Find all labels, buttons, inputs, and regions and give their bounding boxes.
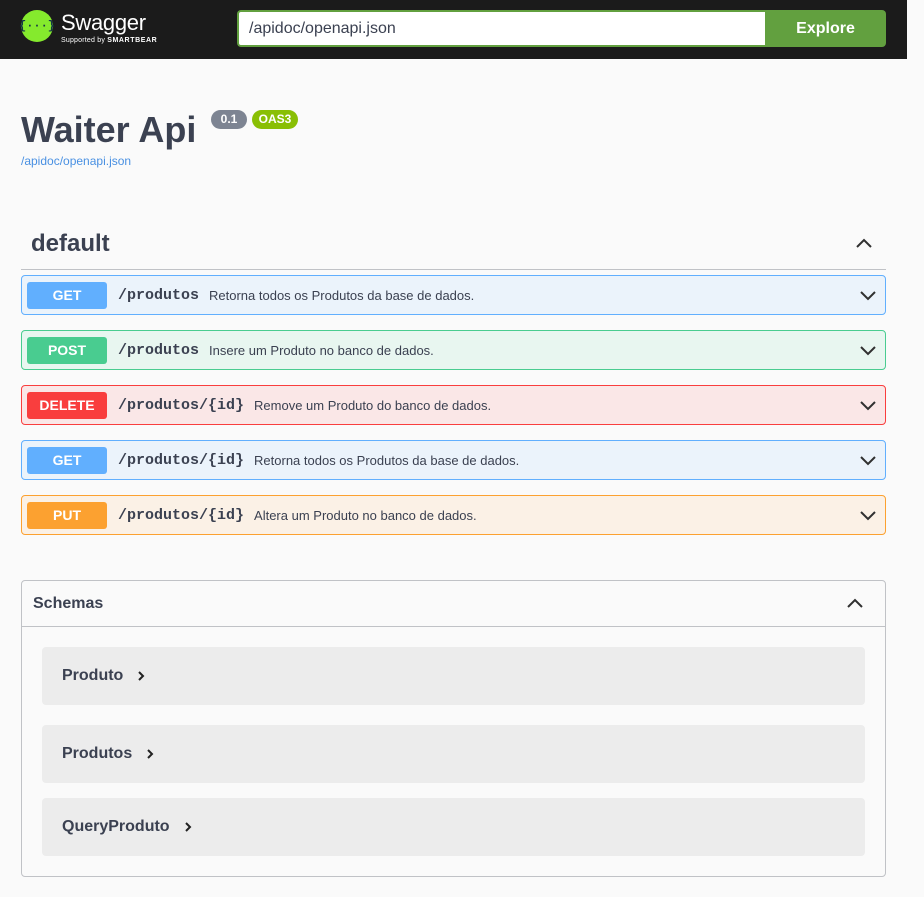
explore-button[interactable]: Explore: [765, 10, 886, 47]
operation-summary: Altera um Produto no banco de dados.: [254, 507, 477, 523]
chevron-right-icon[interactable]: [144, 748, 156, 760]
chevron-down-icon[interactable]: [856, 503, 880, 527]
http-method-badge: POST: [27, 336, 107, 364]
chevron-up-icon[interactable]: [852, 232, 876, 256]
operation-row[interactable]: GET/produtos/{id} Retorna todos os Produt…: [21, 440, 886, 480]
oas-badge: OAS3: [252, 110, 298, 129]
version-badge: 0.1: [211, 110, 247, 129]
chevron-right-icon[interactable]: [182, 821, 194, 833]
logo-text: Swagger Supported by SMARTBEAR: [61, 10, 157, 45]
operation-row[interactable]: GET/produtos Retorna todos os Produtos da…: [21, 275, 886, 315]
tag-name: default: [31, 230, 110, 257]
logo-name: Swagger: [61, 10, 146, 35]
http-method-badge: PUT: [27, 501, 107, 529]
schema-model[interactable]: Produto: [42, 647, 865, 705]
tag-header-default[interactable]: default: [21, 219, 886, 270]
operation-path: /produtos/{id}: [118, 451, 245, 469]
operation-row[interactable]: DELETE/produtos/{id} Remove um Produto do…: [21, 385, 886, 425]
chevron-down-icon[interactable]: [856, 393, 880, 417]
operation-path: /produtos/{id}: [118, 506, 245, 524]
operation-path: /produtos: [118, 286, 200, 304]
http-method-badge: GET: [27, 281, 107, 309]
swagger-ui-page: {···} Swagger Supported by SMARTBEAR Exp…: [0, 0, 907, 897]
chevron-right-icon[interactable]: [135, 670, 147, 682]
top-bar: {···} Swagger Supported by SMARTBEAR Exp…: [0, 0, 907, 59]
spec-url-link[interactable]: /apidoc/openapi.json: [21, 154, 131, 168]
schemas-title: Schemas: [33, 594, 104, 612]
schemas-header[interactable]: Schemas: [22, 581, 885, 627]
logo-sub-prefix: Supported by: [61, 37, 106, 44]
api-title: Waiter Api: [21, 109, 197, 150]
logo-subtitle: Supported by SMARTBEAR: [61, 36, 157, 45]
operation-summary: Retorna todos os Produtos da base de dad…: [209, 287, 475, 303]
operation-summary: Retorna todos os Produtos da base de dad…: [254, 452, 520, 468]
schema-model[interactable]: Produtos: [42, 725, 865, 783]
operation-summary: Insere um Produto no banco de dados.: [209, 342, 434, 358]
operation-summary: Remove um Produto do banco de dados.: [254, 397, 492, 413]
operation-path: /produtos: [118, 341, 200, 359]
schema-model-name: Produtos: [62, 745, 133, 762]
chevron-down-icon[interactable]: [856, 448, 880, 472]
schema-model-name: Produto: [62, 667, 124, 684]
chevron-down-icon[interactable]: [856, 338, 880, 362]
operation-path: /produtos/{id}: [118, 396, 245, 414]
swagger-logo[interactable]: {···} Swagger Supported by SMARTBEAR: [19, 10, 157, 45]
schema-model-name: QueryProduto: [62, 818, 170, 835]
http-method-badge: GET: [27, 446, 107, 474]
schema-model[interactable]: QueryProduto: [42, 798, 865, 856]
chevron-down-icon[interactable]: [856, 283, 880, 307]
operation-row[interactable]: PUT/produtos/{id} Altera um Produto no ba…: [21, 495, 886, 535]
spec-url-input[interactable]: [237, 10, 766, 47]
http-method-badge: DELETE: [27, 391, 107, 419]
schemas-section: Schemas Produto Produtos QueryProduto: [21, 580, 886, 877]
operation-row[interactable]: POST/produtos Insere um Produto no banco …: [21, 330, 886, 370]
logo-sub-brand: SMARTBEAR: [107, 37, 158, 44]
chevron-up-icon[interactable]: [843, 592, 867, 616]
swagger-logo-icon: {···}: [19, 10, 55, 42]
